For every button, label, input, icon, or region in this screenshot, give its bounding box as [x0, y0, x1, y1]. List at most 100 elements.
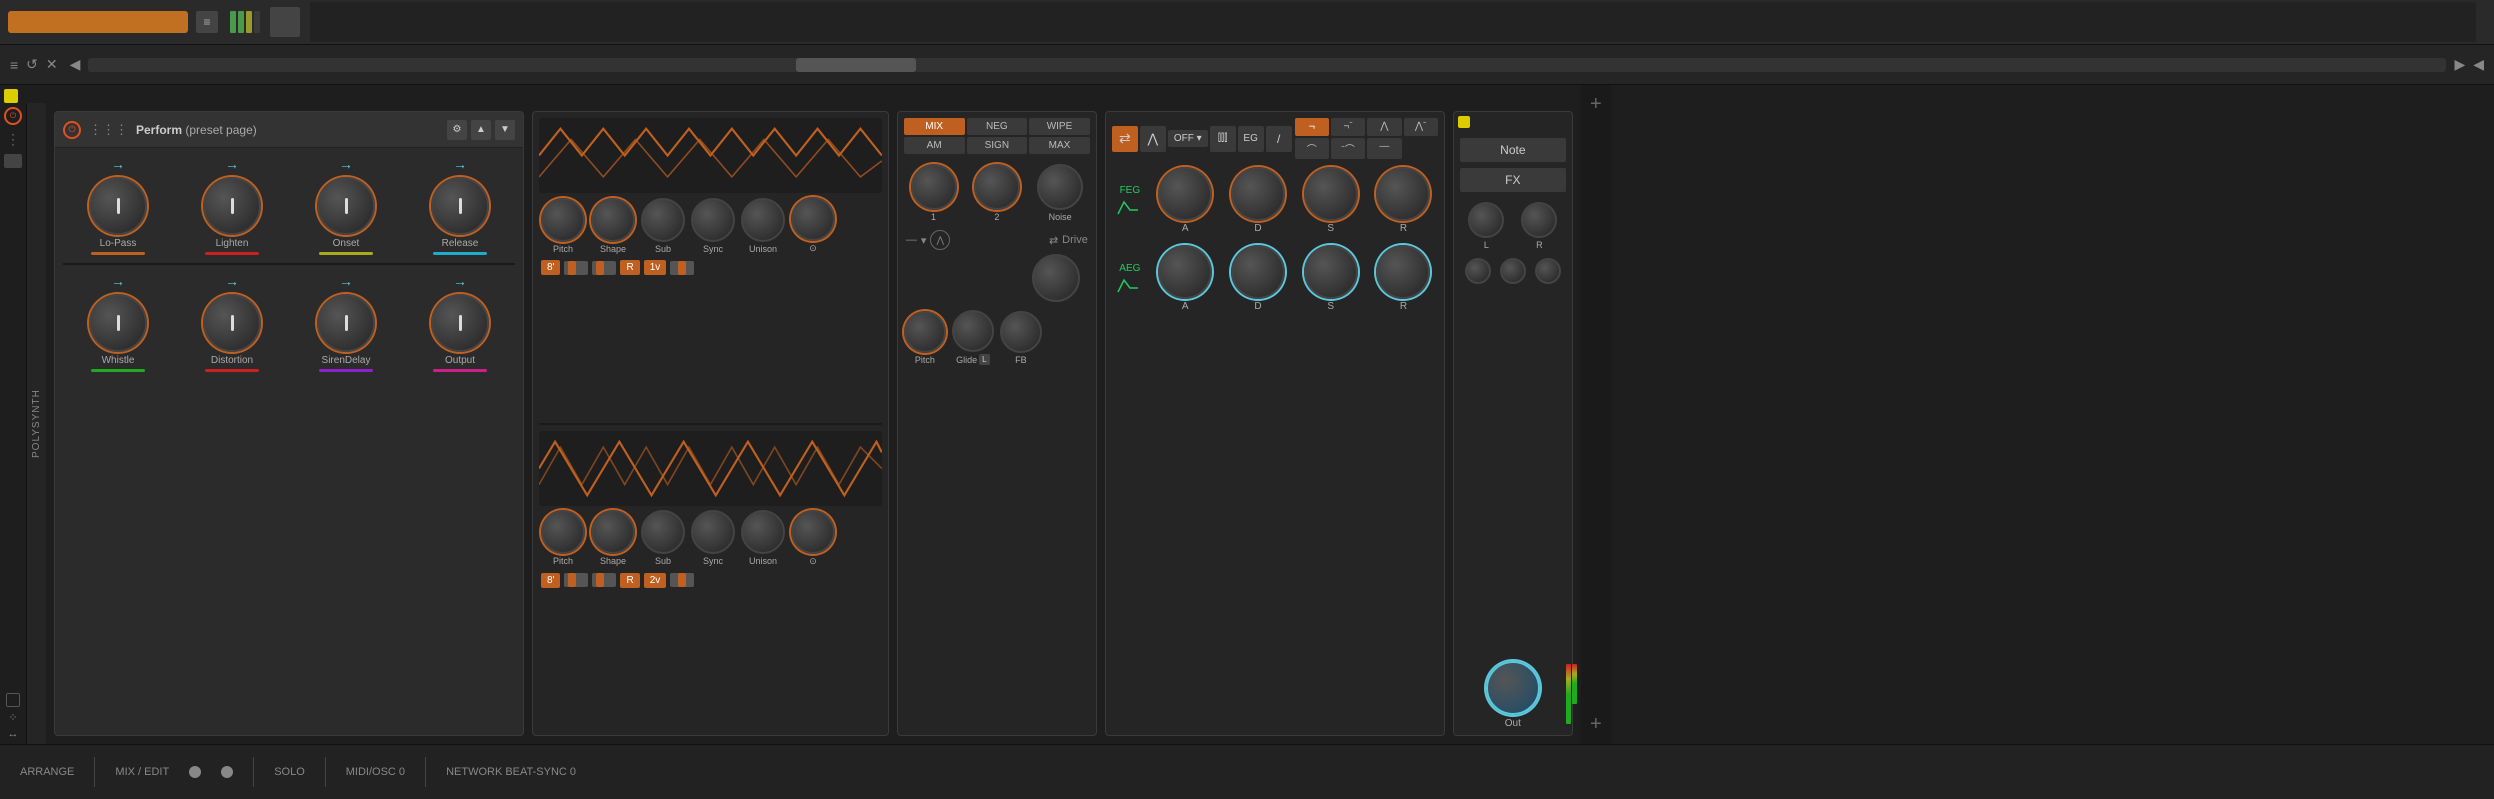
wave-btn-slash[interactable]: / — [1266, 126, 1292, 152]
wave-btn-6[interactable]: ˉ⌒ — [1331, 138, 1365, 159]
feg-s-knob[interactable] — [1304, 167, 1358, 221]
mixer-btn-am[interactable]: AM — [904, 137, 965, 154]
nav-right-arrow[interactable]: ▶ — [2454, 56, 2465, 73]
osc2-tag-r[interactable]: R — [620, 573, 639, 588]
small-knob-1[interactable] — [1465, 258, 1491, 284]
knob-sirendelay[interactable] — [317, 294, 375, 352]
osc1-slider2[interactable] — [592, 261, 616, 275]
osc1-sync-knob[interactable] — [691, 198, 735, 242]
power-button[interactable]: ⏻ — [4, 107, 22, 125]
bottom-arrange[interactable]: ARRANGE — [20, 766, 74, 778]
add-top-icon[interactable]: + — [1590, 93, 1602, 116]
r-knob[interactable] — [1521, 202, 1557, 238]
l-knob[interactable] — [1468, 202, 1504, 238]
knob-distortion[interactable] — [203, 294, 261, 352]
out-knob[interactable] — [1486, 661, 1540, 715]
pitch-knob[interactable] — [904, 311, 946, 353]
feg-r-knob[interactable] — [1376, 167, 1430, 221]
osc2-tag-2v[interactable]: 2v — [644, 573, 667, 588]
osc1-tag-1v[interactable]: 1v — [644, 260, 667, 275]
arrow-up-btn[interactable]: ▲ — [471, 120, 491, 140]
fb-knob[interactable] — [1000, 311, 1042, 353]
mixer-btn-mix[interactable]: MIX — [904, 118, 965, 135]
plugin-header: ⏻ ⋮⋮⋮ Perform (preset page) ⚙ ▲ ▼ — [55, 112, 523, 148]
wave-btn-3[interactable]: ⋀ — [1367, 118, 1401, 136]
close-icon[interactable]: ✕ — [46, 56, 58, 73]
feg-a-knob[interactable] — [1158, 167, 1212, 221]
osc1-link-knob[interactable] — [791, 197, 835, 241]
knob-lopass[interactable] — [89, 177, 147, 235]
back-icon[interactable]: ↺ — [26, 56, 38, 73]
knob-lighten[interactable] — [203, 177, 261, 235]
mixer-btn-max[interactable]: MAX — [1029, 137, 1090, 154]
osc1-tag-8[interactable]: 8' — [541, 260, 560, 275]
knob-whistle[interactable] — [89, 294, 147, 352]
plugin-panel: ⏻ ⋮⋮⋮ Perform (preset page) ⚙ ▲ ▼ → — [54, 111, 524, 736]
r-label: R — [1536, 240, 1543, 250]
mixer-knob-noise[interactable] — [1037, 164, 1083, 210]
aeg-a-knob[interactable] — [1158, 245, 1212, 299]
osc2-slider3[interactable] — [670, 573, 694, 587]
osc2-unison-knob[interactable] — [741, 510, 785, 554]
osc1-pitch-knob[interactable] — [541, 198, 585, 242]
knob-output[interactable] — [431, 294, 489, 352]
osc1-shape-knob[interactable] — [591, 198, 635, 242]
wave-btn-active[interactable]: ¬ — [1295, 118, 1329, 136]
wave-btn-2[interactable]: ¬ˉ — [1331, 118, 1365, 136]
mixer-knob-1[interactable] — [911, 164, 957, 210]
off-dropdown[interactable]: OFF ▾ — [1168, 130, 1208, 147]
add-bottom-icon[interactable]: + — [1590, 713, 1602, 736]
wave-btn-spike[interactable]: ⋀ — [1140, 126, 1166, 152]
nav-left2-arrow[interactable]: ◀ — [2473, 56, 2484, 73]
aeg-s-knob[interactable] — [1304, 245, 1358, 299]
osc1-slider1[interactable] — [564, 261, 588, 275]
osc2-shape-knob[interactable] — [591, 510, 635, 554]
track-name[interactable] — [8, 11, 188, 33]
scroll-thumb[interactable] — [796, 58, 916, 72]
knob-onset[interactable] — [317, 177, 375, 235]
osc2-sub-knob[interactable] — [641, 510, 685, 554]
wave-btn-1[interactable]: ⇄ — [1112, 126, 1138, 152]
wave-btn-5[interactable]: ⌒ — [1295, 138, 1329, 159]
wave-btn-bars[interactable]: ⫿⫿⫿ — [1210, 126, 1236, 152]
list-icon[interactable]: ≡ — [10, 57, 18, 73]
wave-btn-eg[interactable]: EG — [1238, 126, 1264, 152]
feg-d-knob[interactable] — [1231, 167, 1285, 221]
menu-icon[interactable]: ≡ — [196, 11, 218, 33]
osc2-slider1[interactable] — [564, 573, 588, 587]
square-icon[interactable] — [6, 693, 20, 707]
wave-btn-4[interactable]: ⋀ˉ — [1404, 118, 1438, 136]
osc1-tag-r[interactable]: R — [620, 260, 639, 275]
bottom-mix-edit[interactable]: MIX / EDIT — [115, 766, 169, 778]
plugin-power-btn[interactable]: ⏻ — [63, 121, 81, 139]
knob-release[interactable] — [431, 177, 489, 235]
mixer-btn-wipe[interactable]: WIPE — [1029, 118, 1090, 135]
osc2-link-knob[interactable] — [791, 510, 835, 554]
arrow-down-btn[interactable]: ▼ — [495, 120, 515, 140]
mixer-btn-sign[interactable]: SIGN — [967, 137, 1028, 154]
scroll-track[interactable] — [88, 58, 2446, 72]
settings-icon[interactable]: ⚙ — [447, 120, 467, 140]
osc1-slider3[interactable] — [670, 261, 694, 275]
wave-btn-7[interactable]: — — [1367, 138, 1401, 159]
bottom-solo[interactable]: SOLO — [274, 766, 305, 778]
osc2-slider2[interactable] — [592, 573, 616, 587]
nav-left-arrow[interactable]: ◀ — [70, 56, 81, 73]
fx-button[interactable]: FX — [1460, 168, 1566, 192]
glide-knob[interactable] — [952, 310, 994, 352]
note-button[interactable]: Note — [1460, 138, 1566, 162]
aeg-d-knob[interactable] — [1231, 245, 1285, 299]
osc1-unison-knob[interactable] — [741, 198, 785, 242]
small-knob-2[interactable] — [1500, 258, 1526, 284]
drive-knob[interactable] — [1032, 254, 1080, 302]
mixer-knob-2[interactable] — [974, 164, 1020, 210]
panel-icon[interactable] — [4, 154, 22, 168]
osc2-pitch-knob[interactable] — [541, 510, 585, 554]
mixer-btn-neg[interactable]: NEG — [967, 118, 1028, 135]
route-arrow-icon[interactable]: ▾ — [921, 234, 927, 247]
small-knob-3[interactable] — [1535, 258, 1561, 284]
osc1-sub-knob[interactable] — [641, 198, 685, 242]
aeg-r-knob[interactable] — [1376, 245, 1430, 299]
osc2-tag-8[interactable]: 8' — [541, 573, 560, 588]
osc2-sync-knob[interactable] — [691, 510, 735, 554]
